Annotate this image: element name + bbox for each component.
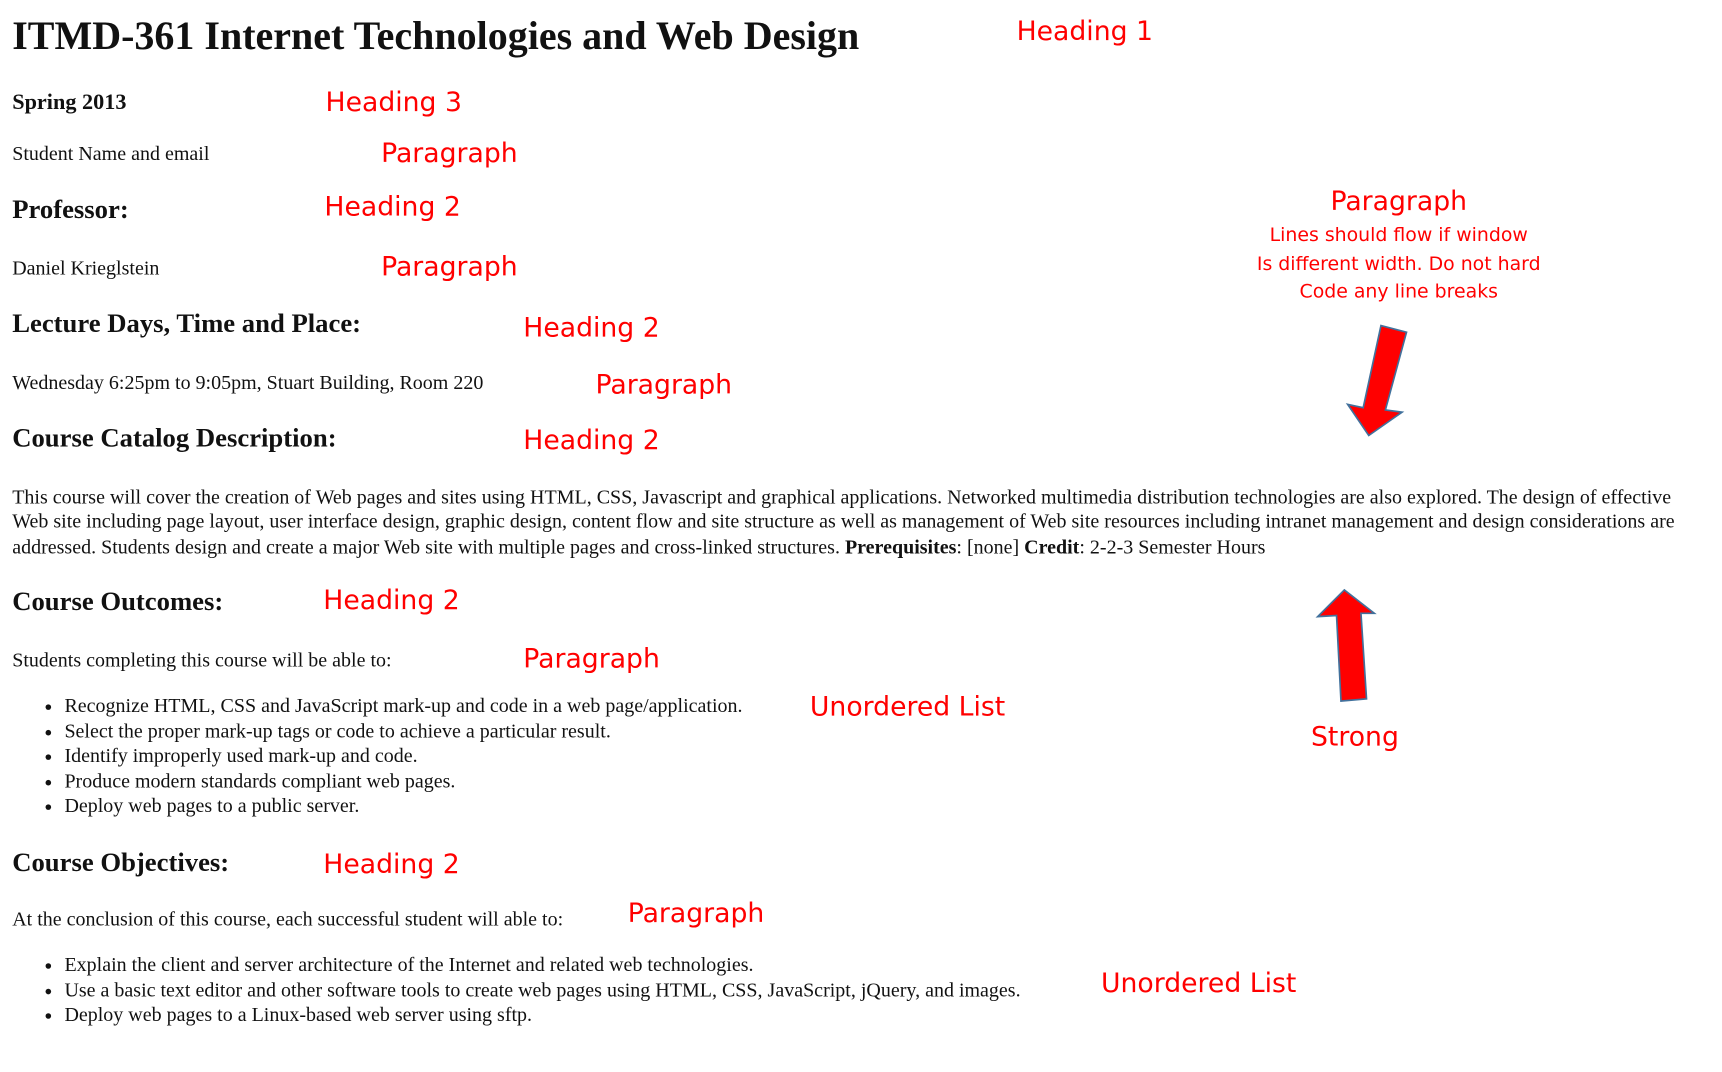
arrow-down-icon <box>1345 324 1408 437</box>
annotation-arrows <box>1315 324 1408 702</box>
arrow-up-icon <box>1315 588 1377 702</box>
